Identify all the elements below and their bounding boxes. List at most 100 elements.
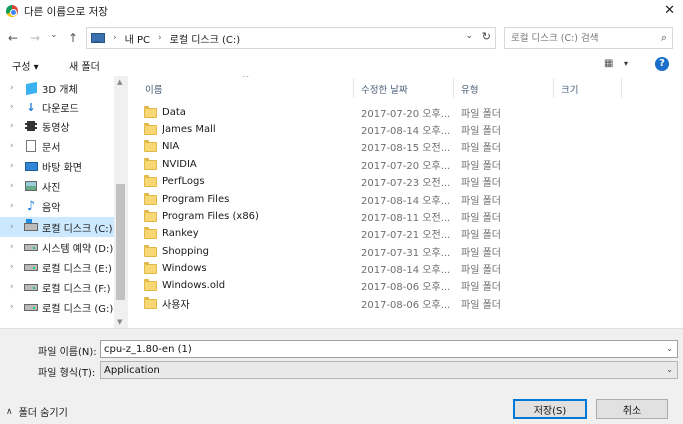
sidebar-item-label: 3D 개체 [42,84,78,96]
sidebar-item-local-disk-g[interactable]: › 로컬 디스크 (G:) [0,297,114,317]
folder-icon [144,174,157,187]
file-name: NIA [162,141,180,152]
system-drive-icon [24,219,38,234]
file-row[interactable]: NVIDIA 2017-07-20 오후... 파일 폴더 [144,156,634,173]
sidebar-item-local-disk-e[interactable]: › 로컬 디스크 (E:) [0,257,114,277]
file-row[interactable]: Windows 2017-08-14 오후... 파일 폴더 [144,260,634,277]
file-name: PerfLogs [162,176,205,187]
file-row[interactable]: Windows.old 2017-08-06 오후... 파일 폴더 [144,277,634,294]
sidebar-item-videos[interactable]: › 동영상 [0,116,114,136]
chevron-down-icon[interactable]: ⌄ [666,365,673,374]
music-icon: ♪ [26,198,36,214]
column-header-date[interactable]: 수정한 날짜 [361,82,408,98]
chevron-right-icon[interactable]: › [10,102,18,112]
cube-icon [24,81,38,95]
sidebar-item-label: 로컬 디스크 (C:) [42,223,113,235]
hide-folders-toggle[interactable]: ∧ 폴더 숨기기 [6,404,68,420]
column-divider[interactable] [453,78,454,98]
new-folder-button[interactable]: 새 폴더 [69,58,100,73]
chevron-right-icon[interactable]: › [10,121,18,131]
column-header-type[interactable]: 유형 [461,82,478,98]
sidebar-item-system-reserved-d[interactable]: › 시스템 예약 (D:) [0,237,114,257]
sidebar-item-label: 문서 [42,142,61,154]
file-row[interactable]: Shopping 2017-07-31 오후... 파일 폴더 [144,243,634,260]
sidebar-item-label: 로컬 디스크 (G:) [42,303,114,315]
refresh-icon[interactable]: ↻ [482,30,491,43]
column-header-size[interactable]: 크기 [561,82,578,98]
folder-icon [144,226,157,239]
file-row[interactable]: James Mall 2017-08-14 오후... 파일 폴더 [144,121,634,138]
file-row[interactable]: Rankey 2017-07-21 오전... 파일 폴더 [144,225,634,242]
video-icon [24,119,38,133]
filename-input[interactable] [104,343,654,355]
file-row[interactable]: NIA 2017-08-15 오전... 파일 폴더 [144,138,634,155]
breadcrumb-separator: › [158,33,162,43]
sidebar-item-label: 로컬 디스크 (E:) [42,263,112,275]
view-options-icon[interactable]: ▦ [604,58,613,69]
sidebar-item-local-disk-f[interactable]: › 로컬 디스크 (F:) [0,277,114,297]
file-row[interactable]: Program Files (x86) 2017-08-11 오전... 파일 폴더 [144,208,634,225]
file-row[interactable]: Data 2017-07-20 오후... 파일 폴더 [144,104,634,121]
file-name: Program Files (x86) [162,211,259,222]
chevron-right-icon[interactable]: › [10,222,18,232]
folder-icon [144,157,157,170]
sidebar-item-desktop[interactable]: › 바탕 화면 [0,156,114,176]
chevron-down-icon[interactable]: ⌄ [465,31,473,41]
chevron-right-icon[interactable]: › [10,242,18,252]
file-name: 사용자 [162,300,190,311]
breadcrumb-local-disk-c[interactable]: 로컬 디스크 (C:) [170,31,241,46]
scroll-up-icon[interactable]: ▲ [117,78,122,86]
search-input[interactable] [511,32,651,44]
save-button[interactable]: 저장(S) [513,399,587,419]
chrome-icon [6,5,18,17]
chevron-right-icon[interactable]: › [10,141,18,151]
sidebar-item-label: 바탕 화면 [42,162,82,174]
cancel-button[interactable]: 취소 [596,399,668,419]
column-divider[interactable] [553,78,554,98]
filetype-select[interactable]: Application ⌄ [100,361,678,379]
close-icon[interactable]: ✕ [664,3,675,18]
chevron-right-icon[interactable]: › [10,161,18,171]
file-date: 2017-08-06 오후... [361,282,451,293]
sidebar-item-music[interactable]: › ♪ 음악 [0,196,114,216]
chevron-down-icon[interactable]: ⌄ [666,344,673,353]
chevron-right-icon[interactable]: › [10,201,18,211]
back-arrow-icon[interactable]: ← [8,31,18,45]
organize-menu[interactable]: 구성 ▾ [12,58,39,73]
chevron-right-icon[interactable]: › [10,181,18,191]
scroll-down-icon[interactable]: ▼ [117,318,122,326]
address-bar[interactable]: › 내 PC › 로컬 디스크 (C:) ⌄ ↻ [86,27,496,49]
chevron-right-icon[interactable]: › [10,262,18,272]
chevron-right-icon[interactable]: › [10,302,18,312]
column-divider[interactable] [621,78,622,98]
sidebar-item-local-disk-c[interactable]: › 로컬 디스크 (C:) [0,217,114,237]
sidebar-scrollbar[interactable]: ▲ ▼ [114,76,127,328]
file-row[interactable]: PerfLogs 2017-07-23 오전... 파일 폴더 [144,173,634,190]
chevron-right-icon[interactable]: › [10,282,18,292]
file-row[interactable]: 사용자 2017-08-06 오후... 파일 폴더 [144,295,634,312]
file-row[interactable]: Program Files 2017-08-14 오후... 파일 폴더 [144,191,634,208]
breadcrumb-this-pc[interactable]: 내 PC [125,31,150,46]
desktop-icon [24,159,38,173]
recent-locations-icon[interactable]: ⌄ [50,30,58,40]
sidebar-item-label: 동영상 [42,122,70,134]
search-icon[interactable]: ⌕ [661,31,667,45]
forward-arrow-icon[interactable]: → [30,31,40,45]
help-icon[interactable]: ? [655,57,669,71]
sidebar-scroll-thumb[interactable] [116,184,125,300]
chevron-right-icon[interactable]: › [10,83,18,93]
column-divider[interactable] [353,78,354,98]
filename-label: 파일 이름(N): [38,347,97,358]
sidebar-item-3d-objects[interactable]: › 3D 개체 [0,78,114,98]
view-dropdown-icon[interactable]: ▾ [624,59,628,68]
file-type: 파일 폴더 [461,248,501,259]
sidebar-item-documents[interactable]: › 문서 [0,136,114,156]
sidebar-item-downloads[interactable]: › ↓ 다운로드 [0,97,114,117]
up-arrow-icon[interactable]: ↑ [68,31,78,45]
folder-icon [144,296,157,309]
filename-field: ⌄ [100,340,678,358]
column-header-name[interactable]: 이름 [145,82,162,98]
search-box: ⌕ [504,27,673,49]
pictures-icon [24,179,38,193]
sidebar-item-pictures[interactable]: › 사진 [0,176,114,196]
